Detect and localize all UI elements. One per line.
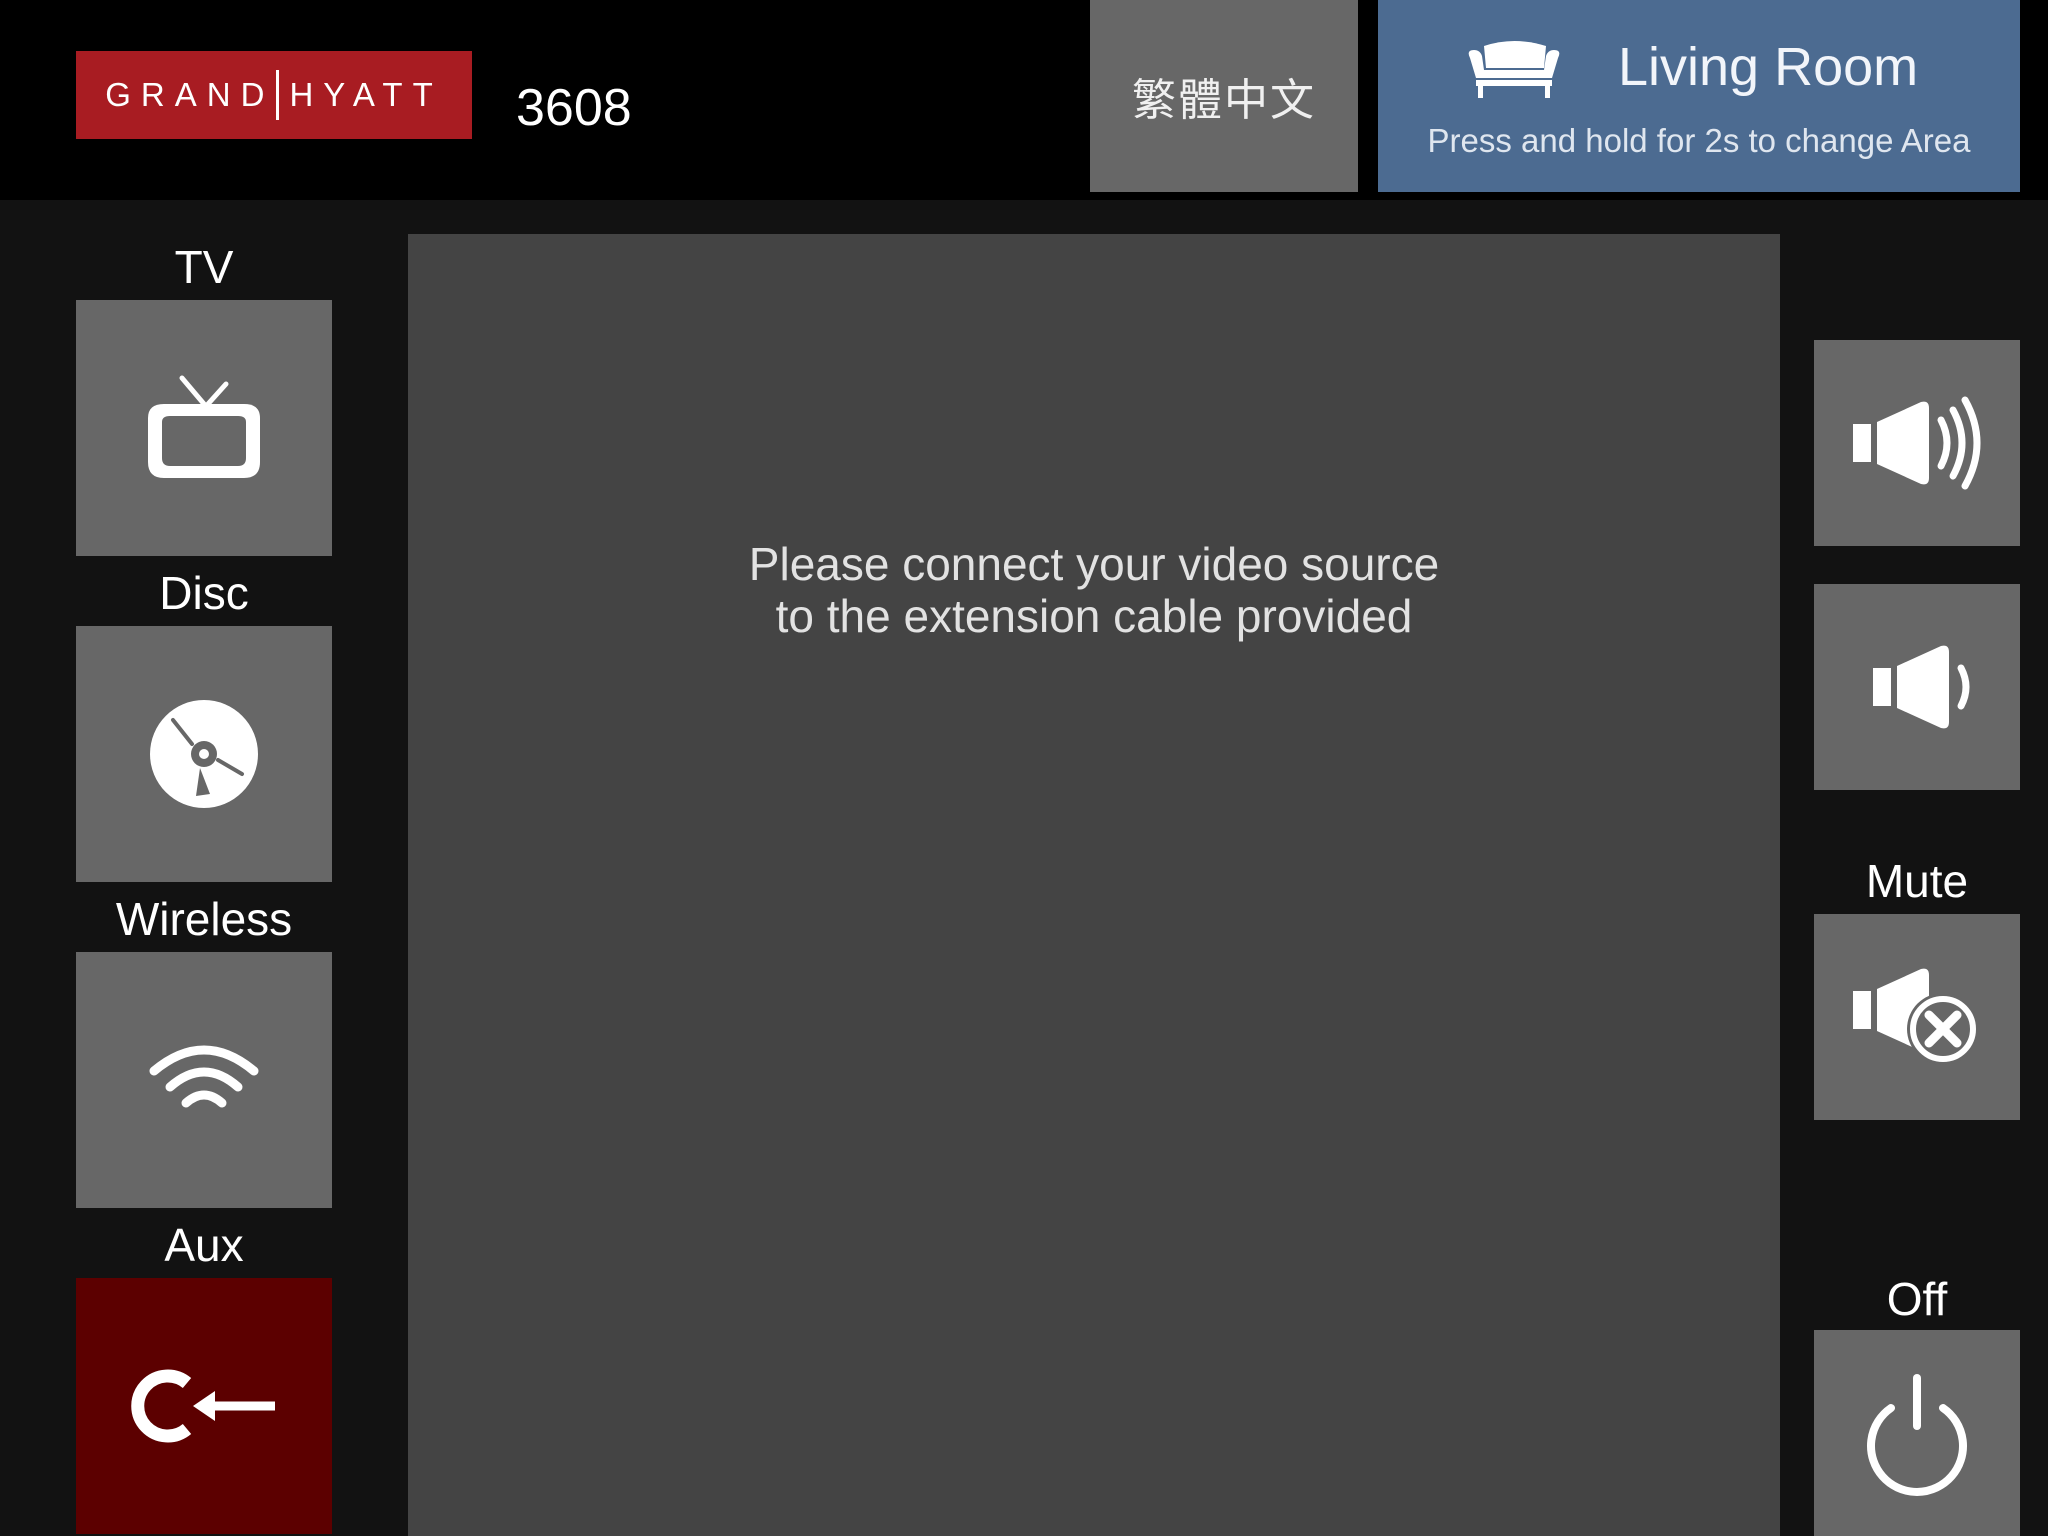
- message-line-1: Please connect your video source: [748, 538, 1440, 590]
- wifi-icon: [149, 1045, 259, 1108]
- source-label-aux: Aux: [164, 1219, 244, 1271]
- grand-hyatt-logo: GRAND HYATT: [76, 51, 472, 139]
- source-aux-button[interactable]: [76, 1278, 332, 1534]
- volume-up-icon: [1853, 396, 1981, 490]
- source-label-disc: Disc: [159, 567, 249, 619]
- area-selector-button[interactable]: Living Room Press and hold for 2s to cha…: [1378, 0, 2020, 192]
- tv-icon: [148, 375, 260, 478]
- room-number: 3608: [516, 79, 632, 137]
- video-source-message: Please connect your video source to the …: [408, 538, 1780, 642]
- header-bar: GRAND HYATT 3608 繁體中文 Living Room Press …: [0, 0, 2048, 200]
- source-tv-button[interactable]: [76, 300, 332, 556]
- language-button[interactable]: 繁體中文: [1090, 0, 1358, 192]
- mute-button[interactable]: [1814, 914, 2020, 1120]
- power-off-button[interactable]: [1814, 1330, 2020, 1536]
- power-label: Off: [1886, 1273, 1948, 1325]
- power-icon: [1867, 1374, 1967, 1496]
- volume-down-icon: [1873, 645, 1970, 729]
- source-disc-button[interactable]: [76, 626, 332, 882]
- logo-word-grand: GRAND: [105, 76, 275, 113]
- source-label-tv: TV: [174, 241, 234, 293]
- source-wireless-button[interactable]: [76, 952, 332, 1208]
- video-display-area: Please connect your video source to the …: [408, 234, 1780, 1536]
- mute-label: Mute: [1865, 855, 1969, 907]
- volume-down-button[interactable]: [1814, 584, 2020, 790]
- area-title: Living Room: [1618, 37, 1919, 97]
- logo-word-hyatt: HYATT: [289, 76, 443, 113]
- mute-icon: [1853, 968, 1979, 1065]
- control-panel: GRAND HYATT 3608 繁體中文 Living Room Press …: [0, 0, 2048, 1536]
- disc-icon: [150, 700, 258, 808]
- area-hint: Press and hold for 2s to change Area: [1427, 122, 1971, 159]
- volume-up-button[interactable]: [1814, 340, 2020, 546]
- logo-divider: [276, 70, 280, 120]
- source-label-wireless: Wireless: [115, 893, 293, 945]
- message-line-2: to the extension cable provided: [775, 590, 1413, 642]
- sofa-icon: [1468, 41, 1560, 98]
- aux-input-icon: [131, 1369, 275, 1443]
